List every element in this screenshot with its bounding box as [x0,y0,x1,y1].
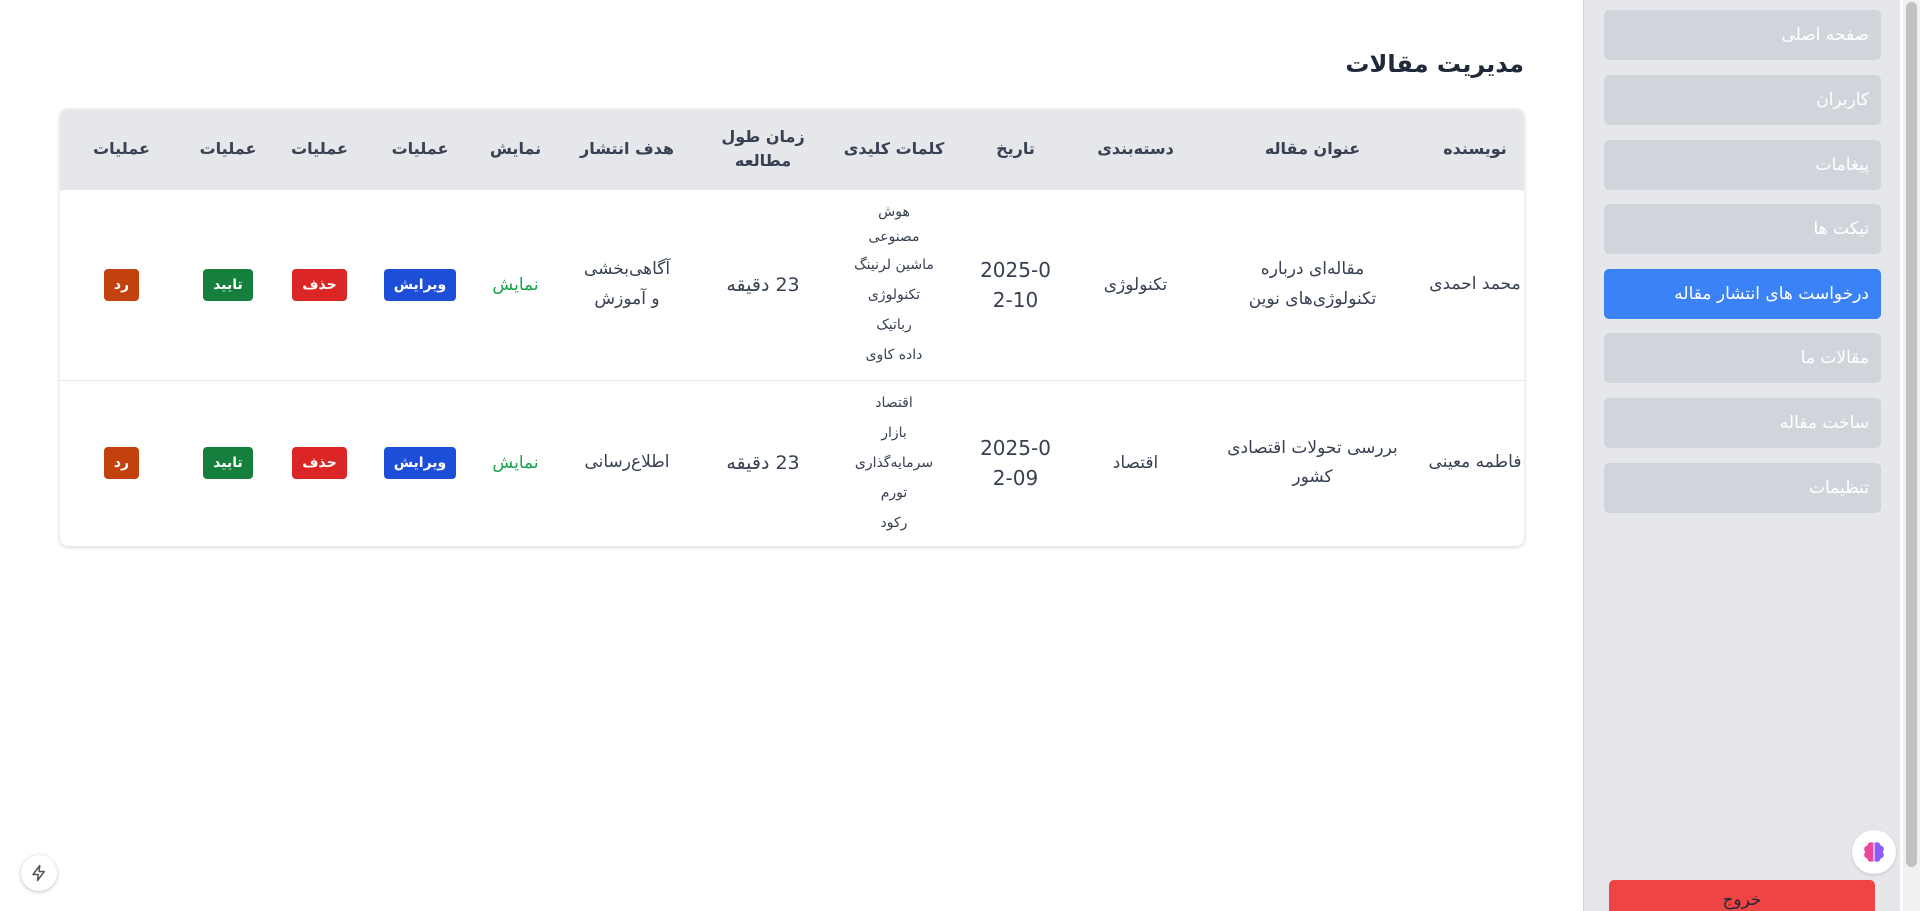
app-root: مدیریت مقالات نویسنده عنوان مقاله دسته‌ب… [0,0,1920,911]
header-show: نمایش [489,138,542,158]
keyword: اقتصاد [875,395,913,412]
sidebar-item-our-articles[interactable]: مقالات ما [1604,333,1881,383]
header-actions: عملیات [291,138,348,158]
goal-cell: اطلاع‌رسانی [584,452,670,473]
sidebar-item-tickets[interactable]: تیکت ها [1604,204,1881,254]
articles-table-card: نویسنده عنوان مقاله دسته‌بندی تاریخ کلما… [60,109,1524,546]
keyword: تورم [880,485,908,502]
sidebar-item-home[interactable]: صفحه اصلی [1604,10,1881,60]
approve-cell: تایید [183,380,273,546]
reject-cell: رد [60,380,183,546]
date-value: 2025-02-09 [980,436,1051,491]
keyword: سرمایه‌گذاری [854,455,934,472]
edit-button[interactable]: ویرایش [383,268,457,301]
header-read-time: زمان طول مطالعه [721,126,805,170]
articles-table: نویسنده عنوان مقاله دسته‌بندی تاریخ کلما… [60,109,1524,546]
keywords-cell: هوش مصنوعی ماشین لرنینگ تکنولوژی رباتیک … [829,189,959,380]
edit-button[interactable]: ویرایش [383,447,457,480]
scrollbar[interactable] [1903,0,1920,911]
goal-cell: آگاهی‌بخشی و آموزش [557,189,697,380]
page-title: مدیریت مقالات [1345,50,1524,78]
sidebar: صفحه اصلی کاربران پیغامات تیکت ها درخواس… [1583,0,1900,911]
author-cell: فاطمه معینی [1428,452,1522,473]
sidebar-item-users[interactable]: کاربران [1604,75,1881,125]
header-actions: عملیات [93,138,150,158]
keywords-cell: اقتصاد بازار سرمایه‌گذاری تورم رکود [829,380,959,546]
category-cell: اقتصاد [1112,453,1159,474]
header-actions: عملیات [199,138,257,158]
logout-button[interactable]: خروج [1609,880,1875,911]
keyword: بازار [881,425,907,442]
bolt-icon[interactable] [21,855,57,891]
sidebar-item-create-article[interactable]: ساخت مقاله [1604,398,1881,448]
date-value: 2025-02-10 [980,257,1051,312]
read-time-cell: 23 دقیقه [726,273,800,296]
table-row: فاطمه معینی بررسی تحولات اقتصادی کشور اق… [60,380,1524,546]
title-cell: بررسی تحولات اقتصادی کشور [1227,437,1398,488]
date-cell: 2025-02-09 [959,380,1072,546]
header-title: عنوان مقاله [1264,138,1361,158]
edit-cell: ویرایش [366,189,474,380]
delete-button[interactable]: حذف [292,447,347,480]
date-cell: 2025-02-10 [959,189,1072,380]
keyword: تکنولوژی [867,286,921,303]
sidebar-item-messages[interactable]: پیغامات [1604,140,1881,190]
delete-button[interactable]: حذف [292,268,347,301]
approve-button[interactable]: تایید [203,268,253,301]
reject-button[interactable]: رد [103,268,140,301]
table-header-row: نویسنده عنوان مقاله دسته‌بندی تاریخ کلما… [60,109,1524,189]
brain-icon[interactable] [1852,830,1896,874]
reject-cell: رد [60,189,183,380]
scrollbar-thumb[interactable] [1906,2,1917,867]
header-author: نویسنده [1443,138,1507,158]
goal-value: آگاهی‌بخشی و آموزش [583,258,671,309]
show-status[interactable]: نمایش [474,189,557,380]
keyword: رباتیک [876,316,912,333]
keyword: رکود [880,515,908,532]
keyword: داده کاوی [865,346,923,363]
header-goal: هدف انتشار [579,138,674,158]
sidebar-item-publish-requests[interactable]: درخواست های انتشار مقاله [1604,269,1881,319]
author-cell: محمد احمدی [1429,273,1521,294]
header-actions: عملیات [391,138,449,158]
delete-cell: حذف [273,380,366,546]
edit-cell: ویرایش [366,380,474,546]
show-status[interactable]: نمایش [474,380,557,546]
approve-button[interactable]: تایید [203,447,253,480]
reject-button[interactable]: رد [103,447,140,480]
title-cell: مقاله‌ای درباره تکنولوژی‌های نوین [1248,258,1377,309]
keyword: هوش مصنوعی [868,203,920,245]
header-keywords: کلمات کلیدی [843,138,945,158]
category-cell: تکنولوژی [1103,274,1168,295]
header-date: تاریخ [996,138,1035,158]
table-row: محمد احمدی مقاله‌ای درباره تکنولوژی‌های … [60,189,1524,380]
keyword: ماشین لرنینگ [854,256,934,273]
header-category: دسته‌بندی [1097,138,1174,158]
delete-cell: حذف [273,189,366,380]
approve-cell: تایید [183,189,273,380]
sidebar-item-settings[interactable]: تنظیمات [1604,463,1881,513]
read-time-cell: 23 دقیقه [726,452,800,475]
